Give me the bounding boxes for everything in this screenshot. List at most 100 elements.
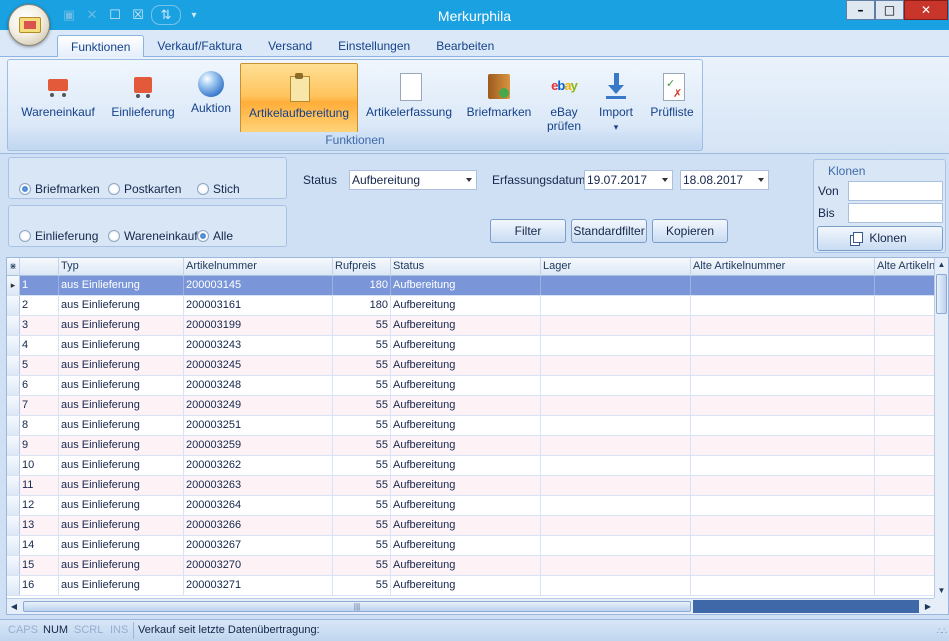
table-row[interactable]: 16 aus Einlieferung 200003271 55 Aufbereitun… — [7, 576, 935, 596]
column-header-alte-artikelnummer-2[interactable]: Alte Artikelnu — [875, 258, 935, 276]
cell-lager[interactable] — [541, 316, 691, 335]
column-header-artikelnummer[interactable]: Artikelnummer — [184, 258, 333, 276]
table-row[interactable]: 13 aus Einlieferung 200003266 55 Aufbereitun… — [7, 516, 935, 536]
column-header-typ[interactable]: Typ — [59, 258, 184, 276]
cell-status[interactable]: Aufbereitung — [391, 556, 541, 575]
einlieferung-button[interactable]: Einlieferung — [106, 63, 180, 133]
cell-status[interactable]: Aufbereitung — [391, 536, 541, 555]
row-indicator[interactable] — [7, 396, 20, 415]
maximize-button[interactable]: □ — [875, 0, 904, 20]
cell-artikelnummer[interactable]: 200003262 — [184, 456, 333, 475]
cell-artikelnummer[interactable]: 200003259 — [184, 436, 333, 455]
cell-lager[interactable] — [541, 556, 691, 575]
row-indicator[interactable] — [7, 536, 20, 555]
cell-alte-artikelnummer[interactable] — [691, 516, 875, 535]
cell-typ[interactable]: aus Einlieferung — [59, 356, 184, 375]
cell-status[interactable]: Aufbereitung — [391, 476, 541, 495]
cell-rufpreis[interactable]: 55 — [333, 436, 391, 455]
application-menu-button[interactable] — [8, 4, 50, 46]
cell-status[interactable]: Aufbereitung — [391, 576, 541, 595]
cell-typ[interactable]: aus Einlieferung — [59, 436, 184, 455]
auktion-button[interactable]: Auktion — [186, 63, 236, 133]
table-row[interactable]: 3 aus Einlieferung 200003199 55 Aufbereitung — [7, 316, 935, 336]
tab-einstellungen[interactable]: Einstellungen — [325, 35, 423, 57]
table-row[interactable]: 12 aus Einlieferung 200003264 55 Aufbereitun… — [7, 496, 935, 516]
cell-artikelnummer[interactable]: 200003161 — [184, 296, 333, 315]
cell-alte-artikelnummer[interactable] — [691, 416, 875, 435]
radio-alle[interactable]: Alle — [197, 229, 233, 243]
cell-status[interactable]: Aufbereitung — [391, 376, 541, 395]
tab-verkauf-faktura[interactable]: Verkauf/Faktura — [144, 35, 255, 57]
cell-status[interactable]: Aufbereitung — [391, 416, 541, 435]
cell-artikelnummer[interactable]: 200003251 — [184, 416, 333, 435]
cell-nr[interactable]: 7 — [20, 396, 59, 415]
cell-rufpreis[interactable]: 55 — [333, 396, 391, 415]
cell-lager[interactable] — [541, 476, 691, 495]
cell-typ[interactable]: aus Einlieferung — [59, 296, 184, 315]
row-indicator[interactable] — [7, 476, 20, 495]
row-indicator[interactable] — [7, 456, 20, 475]
cell-rufpreis[interactable]: 55 — [333, 556, 391, 575]
cell-rufpreis[interactable]: 55 — [333, 496, 391, 515]
scroll-up-icon[interactable]: ▲ — [935, 258, 948, 272]
cell-alte-artikelnummer-2[interactable] — [875, 496, 935, 515]
cell-artikelnummer[interactable]: 200003271 — [184, 576, 333, 595]
cell-alte-artikelnummer[interactable] — [691, 496, 875, 515]
cell-alte-artikelnummer[interactable] — [691, 556, 875, 575]
filter-button[interactable]: Filter — [490, 219, 566, 243]
cell-typ[interactable]: aus Einlieferung — [59, 516, 184, 535]
cell-alte-artikelnummer-2[interactable] — [875, 416, 935, 435]
tab-bearbeiten[interactable]: Bearbeiten — [423, 35, 507, 57]
row-indicator[interactable] — [7, 356, 20, 375]
pruefliste-button[interactable]: ✓ ✗ Prüfliste — [646, 63, 698, 133]
cell-lager[interactable] — [541, 276, 691, 295]
cell-typ[interactable]: aus Einlieferung — [59, 376, 184, 395]
cell-rufpreis[interactable]: 55 — [333, 536, 391, 555]
cell-rufpreis[interactable]: 55 — [333, 376, 391, 395]
cell-typ[interactable]: aus Einlieferung — [59, 496, 184, 515]
cell-nr[interactable]: 12 — [20, 496, 59, 515]
cell-status[interactable]: Aufbereitung — [391, 316, 541, 335]
cell-rufpreis[interactable]: 55 — [333, 576, 391, 595]
cell-status[interactable]: Aufbereitung — [391, 296, 541, 315]
cell-alte-artikelnummer[interactable] — [691, 396, 875, 415]
cell-alte-artikelnummer-2[interactable] — [875, 356, 935, 375]
artikelaufbereitung-button[interactable]: Artikelaufbereitung — [240, 63, 358, 135]
cell-typ[interactable]: aus Einlieferung — [59, 336, 184, 355]
table-row[interactable]: 6 aus Einlieferung 200003248 55 Aufbereitung — [7, 376, 935, 396]
cell-status[interactable]: Aufbereitung — [391, 356, 541, 375]
cell-nr[interactable]: 9 — [20, 436, 59, 455]
cell-alte-artikelnummer[interactable] — [691, 436, 875, 455]
row-indicator[interactable] — [7, 576, 20, 595]
cell-alte-artikelnummer-2[interactable] — [875, 536, 935, 555]
cell-lager[interactable] — [541, 456, 691, 475]
cell-nr[interactable]: 6 — [20, 376, 59, 395]
cell-nr[interactable]: 3 — [20, 316, 59, 335]
cell-lager[interactable] — [541, 576, 691, 595]
cell-status[interactable]: Aufbereitung — [391, 276, 541, 295]
cell-alte-artikelnummer-2[interactable] — [875, 516, 935, 535]
cell-lager[interactable] — [541, 536, 691, 555]
cell-lager[interactable] — [541, 396, 691, 415]
table-row[interactable]: 4 aus Einlieferung 200003243 55 Aufbereitung — [7, 336, 935, 356]
cell-nr[interactable]: 15 — [20, 556, 59, 575]
cell-alte-artikelnummer[interactable] — [691, 316, 875, 335]
tab-funktionen[interactable]: Funktionen — [57, 35, 145, 57]
cell-lager[interactable] — [541, 436, 691, 455]
row-indicator[interactable] — [7, 316, 20, 335]
cell-status[interactable]: Aufbereitung — [391, 516, 541, 535]
cell-nr[interactable]: 5 — [20, 356, 59, 375]
cell-alte-artikelnummer-2[interactable] — [875, 396, 935, 415]
minimize-button[interactable]: – — [846, 0, 875, 20]
cell-nr[interactable]: 4 — [20, 336, 59, 355]
status-combo[interactable]: Aufbereitung — [349, 170, 477, 190]
cell-status[interactable]: Aufbereitung — [391, 436, 541, 455]
von-input[interactable] — [848, 181, 943, 201]
radio-einlieferung[interactable]: Einlieferung — [19, 229, 98, 243]
cell-rufpreis[interactable]: 55 — [333, 416, 391, 435]
scroll-right-icon[interactable]: ▶ — [921, 599, 935, 614]
cell-status[interactable]: Aufbereitung — [391, 396, 541, 415]
cell-rufpreis[interactable]: 55 — [333, 476, 391, 495]
cell-typ[interactable]: aus Einlieferung — [59, 416, 184, 435]
cell-alte-artikelnummer[interactable] — [691, 376, 875, 395]
